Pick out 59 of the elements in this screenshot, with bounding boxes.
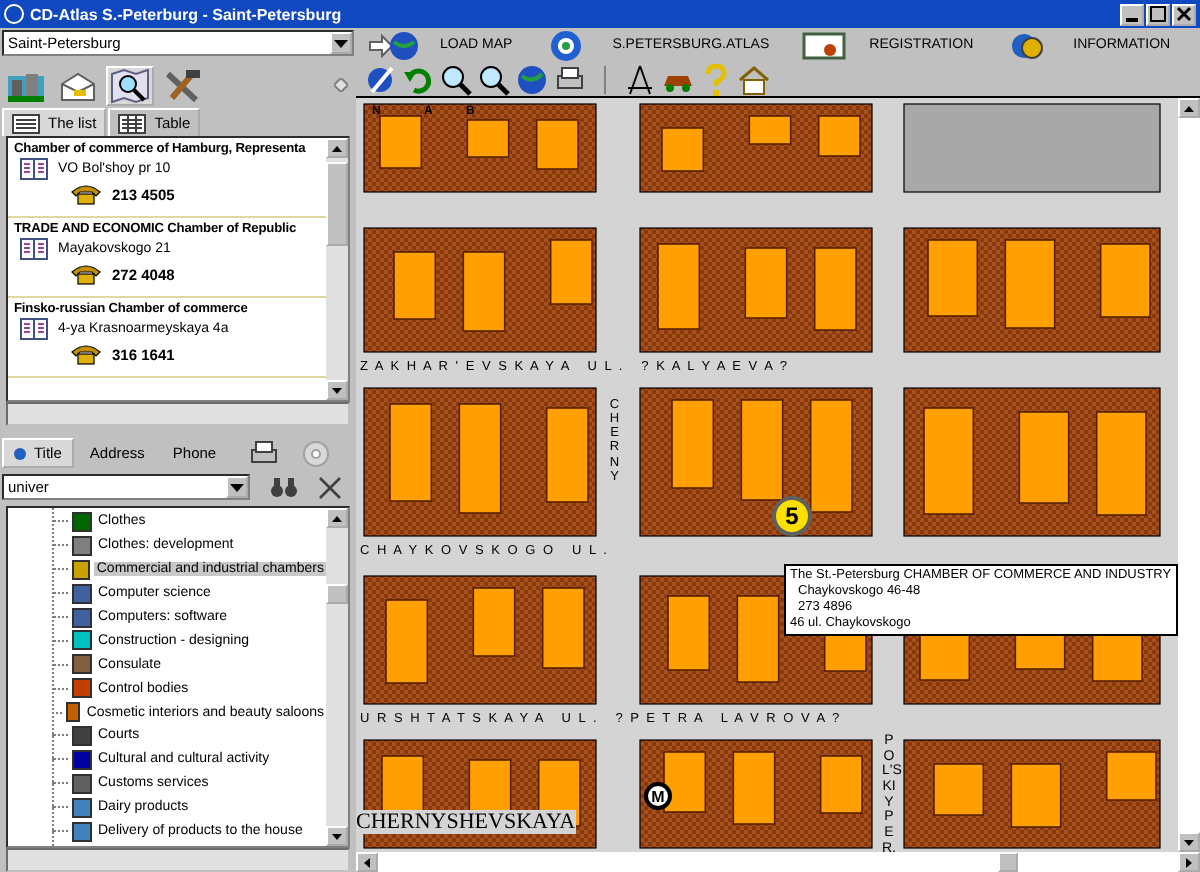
scroll-thumb[interactable]: [326, 162, 348, 246]
scroll-up-icon[interactable]: [1178, 98, 1200, 118]
diamond-icon: [334, 77, 348, 91]
telephone-icon: [70, 342, 102, 366]
category-icon: [72, 511, 92, 532]
home-icon[interactable]: [738, 63, 770, 95]
printer-icon[interactable]: [554, 63, 586, 95]
category-icon: [72, 821, 92, 842]
map-search-tab[interactable]: [106, 66, 154, 106]
scroll-thumb[interactable]: [998, 852, 1018, 872]
area-label: CHERNYSHEVSKAYA: [356, 810, 576, 834]
vertical-scrollbar[interactable]: [1178, 98, 1200, 852]
category-icon: [72, 773, 92, 794]
globe-icon[interactable]: [516, 63, 548, 95]
scroll-down-icon[interactable]: [326, 826, 348, 846]
window-title: CD-Atlas S.-Peterburg - Saint-Petersburg: [30, 5, 344, 23]
compass-icon[interactable]: [624, 63, 656, 95]
vertical-scrollbar[interactable]: [326, 138, 348, 400]
scroll-down-icon[interactable]: [1178, 832, 1200, 852]
category-icon: [72, 535, 92, 556]
book-icon: [20, 318, 48, 340]
close-icon: [1176, 6, 1192, 22]
horizontal-scrollbar[interactable]: [6, 402, 350, 426]
category-icon: [72, 797, 92, 818]
app-icon: [4, 4, 24, 24]
binoculars-icon[interactable]: [270, 477, 298, 497]
close-button[interactable]: [1172, 3, 1196, 25]
category-icon: [72, 725, 92, 746]
clear-icon[interactable]: [318, 475, 342, 499]
horizontal-scrollbar[interactable]: [356, 852, 1200, 872]
scroll-up-icon[interactable]: [326, 138, 348, 158]
certificate-icon: [797, 29, 850, 61]
scroll-thumb[interactable]: [326, 584, 348, 604]
minimize-button[interactable]: [1120, 3, 1144, 25]
printer-icon[interactable]: [248, 439, 281, 467]
scroll-up-icon[interactable]: [326, 508, 348, 528]
category-icon: [72, 678, 92, 699]
radio-dot-icon: [14, 447, 26, 459]
category-icon: [72, 583, 92, 604]
maximize-icon: [1150, 6, 1166, 22]
telephone-icon: [70, 262, 102, 286]
zoom-out-icon[interactable]: [478, 63, 510, 95]
zoom-in-icon[interactable]: [440, 63, 472, 95]
category-icon: [72, 749, 92, 770]
category-icon: [72, 607, 92, 627]
scroll-right-icon[interactable]: [1178, 852, 1200, 872]
horizontal-scrollbar[interactable]: [6, 848, 350, 872]
telephone-icon: [70, 182, 102, 206]
scroll-down-icon[interactable]: [326, 380, 348, 400]
category-icon: [72, 630, 92, 651]
book-icon: [20, 158, 48, 180]
vertical-scrollbar[interactable]: [326, 508, 348, 846]
globe-pen-icon[interactable]: [364, 63, 396, 95]
category-icon: [71, 559, 91, 580]
book-icon: [20, 238, 48, 260]
scroll-left-icon[interactable]: [356, 852, 378, 872]
category-icon: [72, 654, 92, 675]
maximize-button[interactable]: [1146, 3, 1170, 25]
arrow-globe-icon: [368, 29, 420, 61]
